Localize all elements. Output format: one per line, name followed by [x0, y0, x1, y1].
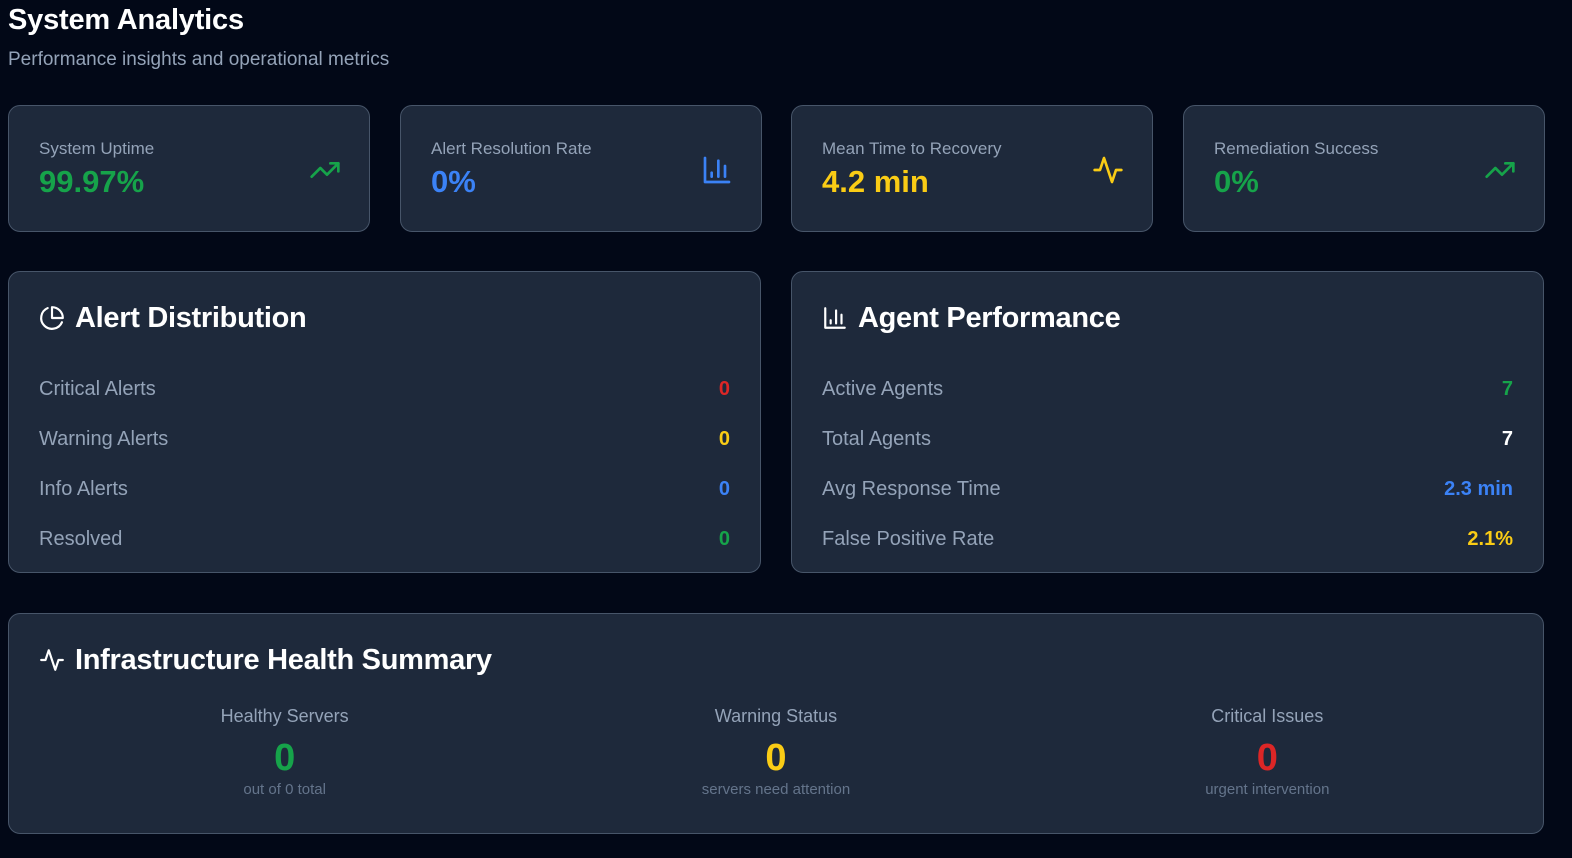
list-item: Warning Alerts 0	[39, 414, 730, 464]
row-label: Active Agents	[822, 377, 944, 400]
agent-rows: Active Agents 7 Total Agents 7 Avg Respo…	[822, 364, 1513, 564]
panel-header: Alert Distribution	[39, 300, 307, 336]
row-value: 7	[1501, 427, 1513, 450]
page-subtitle: Performance insights and operational met…	[8, 49, 390, 70]
list-item: Info Alerts 0	[39, 464, 730, 514]
row-label: Resolved	[39, 527, 123, 550]
list-item: Resolved 0	[39, 514, 730, 564]
list-item: Total Agents 7	[822, 414, 1513, 464]
infrastructure-health-panel: Infrastructure Health Summary Healthy Se…	[8, 613, 1544, 834]
panel-title: Alert Distribution	[75, 302, 307, 334]
list-item: Active Agents 7	[822, 364, 1513, 414]
alert-distribution-panel: Alert Distribution Critical Alerts 0 War…	[8, 271, 761, 573]
health-columns: Healthy Servers 0 out of 0 total Warning…	[39, 704, 1513, 800]
row-value: 0	[718, 477, 730, 500]
column-value: 0	[1256, 737, 1278, 779]
trending-up-icon	[1485, 162, 1515, 178]
stat-value: 4.2 min	[822, 164, 929, 199]
stat-card-uptime: System Uptime 99.97%	[8, 105, 370, 232]
activity-icon	[1093, 156, 1123, 184]
column-value: 0	[274, 737, 296, 779]
bar-chart-icon	[703, 156, 731, 184]
row-label: Avg Response Time	[822, 477, 1001, 500]
panel-header: Infrastructure Health Summary	[39, 642, 492, 678]
health-column-healthy: Healthy Servers 0 out of 0 total	[39, 704, 530, 800]
list-item: Avg Response Time 2.3 min	[822, 464, 1513, 514]
row-value: 0	[718, 427, 730, 450]
row-label: Warning Alerts	[39, 427, 169, 450]
bar-chart-icon	[824, 307, 846, 329]
stat-label: Mean Time to Recovery	[822, 139, 1002, 158]
row-value: 7	[1501, 377, 1513, 400]
column-value: 0	[765, 737, 787, 779]
stat-value: 99.97%	[39, 164, 145, 199]
row-label: Total Agents	[822, 427, 931, 450]
alert-rows: Critical Alerts 0 Warning Alerts 0 Info …	[39, 364, 730, 564]
trending-up-icon	[310, 162, 340, 178]
page-title: System Analytics	[8, 4, 244, 36]
stat-label: Remediation Success	[1214, 139, 1379, 158]
list-item: Critical Alerts 0	[39, 364, 730, 414]
column-label: Healthy Servers	[220, 706, 349, 726]
stat-value: 0%	[1214, 164, 1259, 199]
stat-card-mttr: Mean Time to Recovery 4.2 min	[791, 105, 1153, 232]
agent-performance-panel: Agent Performance Active Agents 7 Total …	[791, 271, 1544, 573]
row-label: Critical Alerts	[39, 377, 156, 400]
row-value: 2.1%	[1467, 527, 1513, 550]
health-column-critical: Critical Issues 0 urgent intervention	[1022, 704, 1513, 800]
row-value: 2.3 min	[1444, 477, 1513, 500]
column-label: Critical Issues	[1211, 706, 1324, 726]
panel-header: Agent Performance	[822, 300, 1121, 336]
pie-chart-icon	[40, 306, 64, 330]
stat-label: Alert Resolution Rate	[431, 139, 592, 158]
panel-title: Agent Performance	[858, 302, 1121, 334]
column-subtext: servers need attention	[701, 781, 851, 798]
row-label: Info Alerts	[39, 477, 128, 500]
column-label: Warning Status	[714, 706, 838, 726]
analytics-page: System Analytics Performance insights an…	[0, 0, 1572, 858]
activity-icon	[40, 649, 64, 671]
row-label: False Positive Rate	[822, 527, 995, 550]
stat-value: 0%	[431, 164, 476, 199]
stat-card-alert-resolution: Alert Resolution Rate 0%	[400, 105, 762, 232]
column-subtext: out of 0 total	[243, 781, 326, 798]
panel-title: Infrastructure Health Summary	[75, 644, 492, 676]
column-subtext: urgent intervention	[1205, 781, 1330, 798]
row-value: 0	[718, 527, 730, 550]
stat-label: System Uptime	[39, 139, 155, 158]
list-item: False Positive Rate 2.1%	[822, 514, 1513, 564]
row-value: 0	[718, 377, 730, 400]
stat-card-remediation: Remediation Success 0%	[1183, 105, 1545, 232]
health-column-warning: Warning Status 0 servers need attention	[530, 704, 1021, 800]
